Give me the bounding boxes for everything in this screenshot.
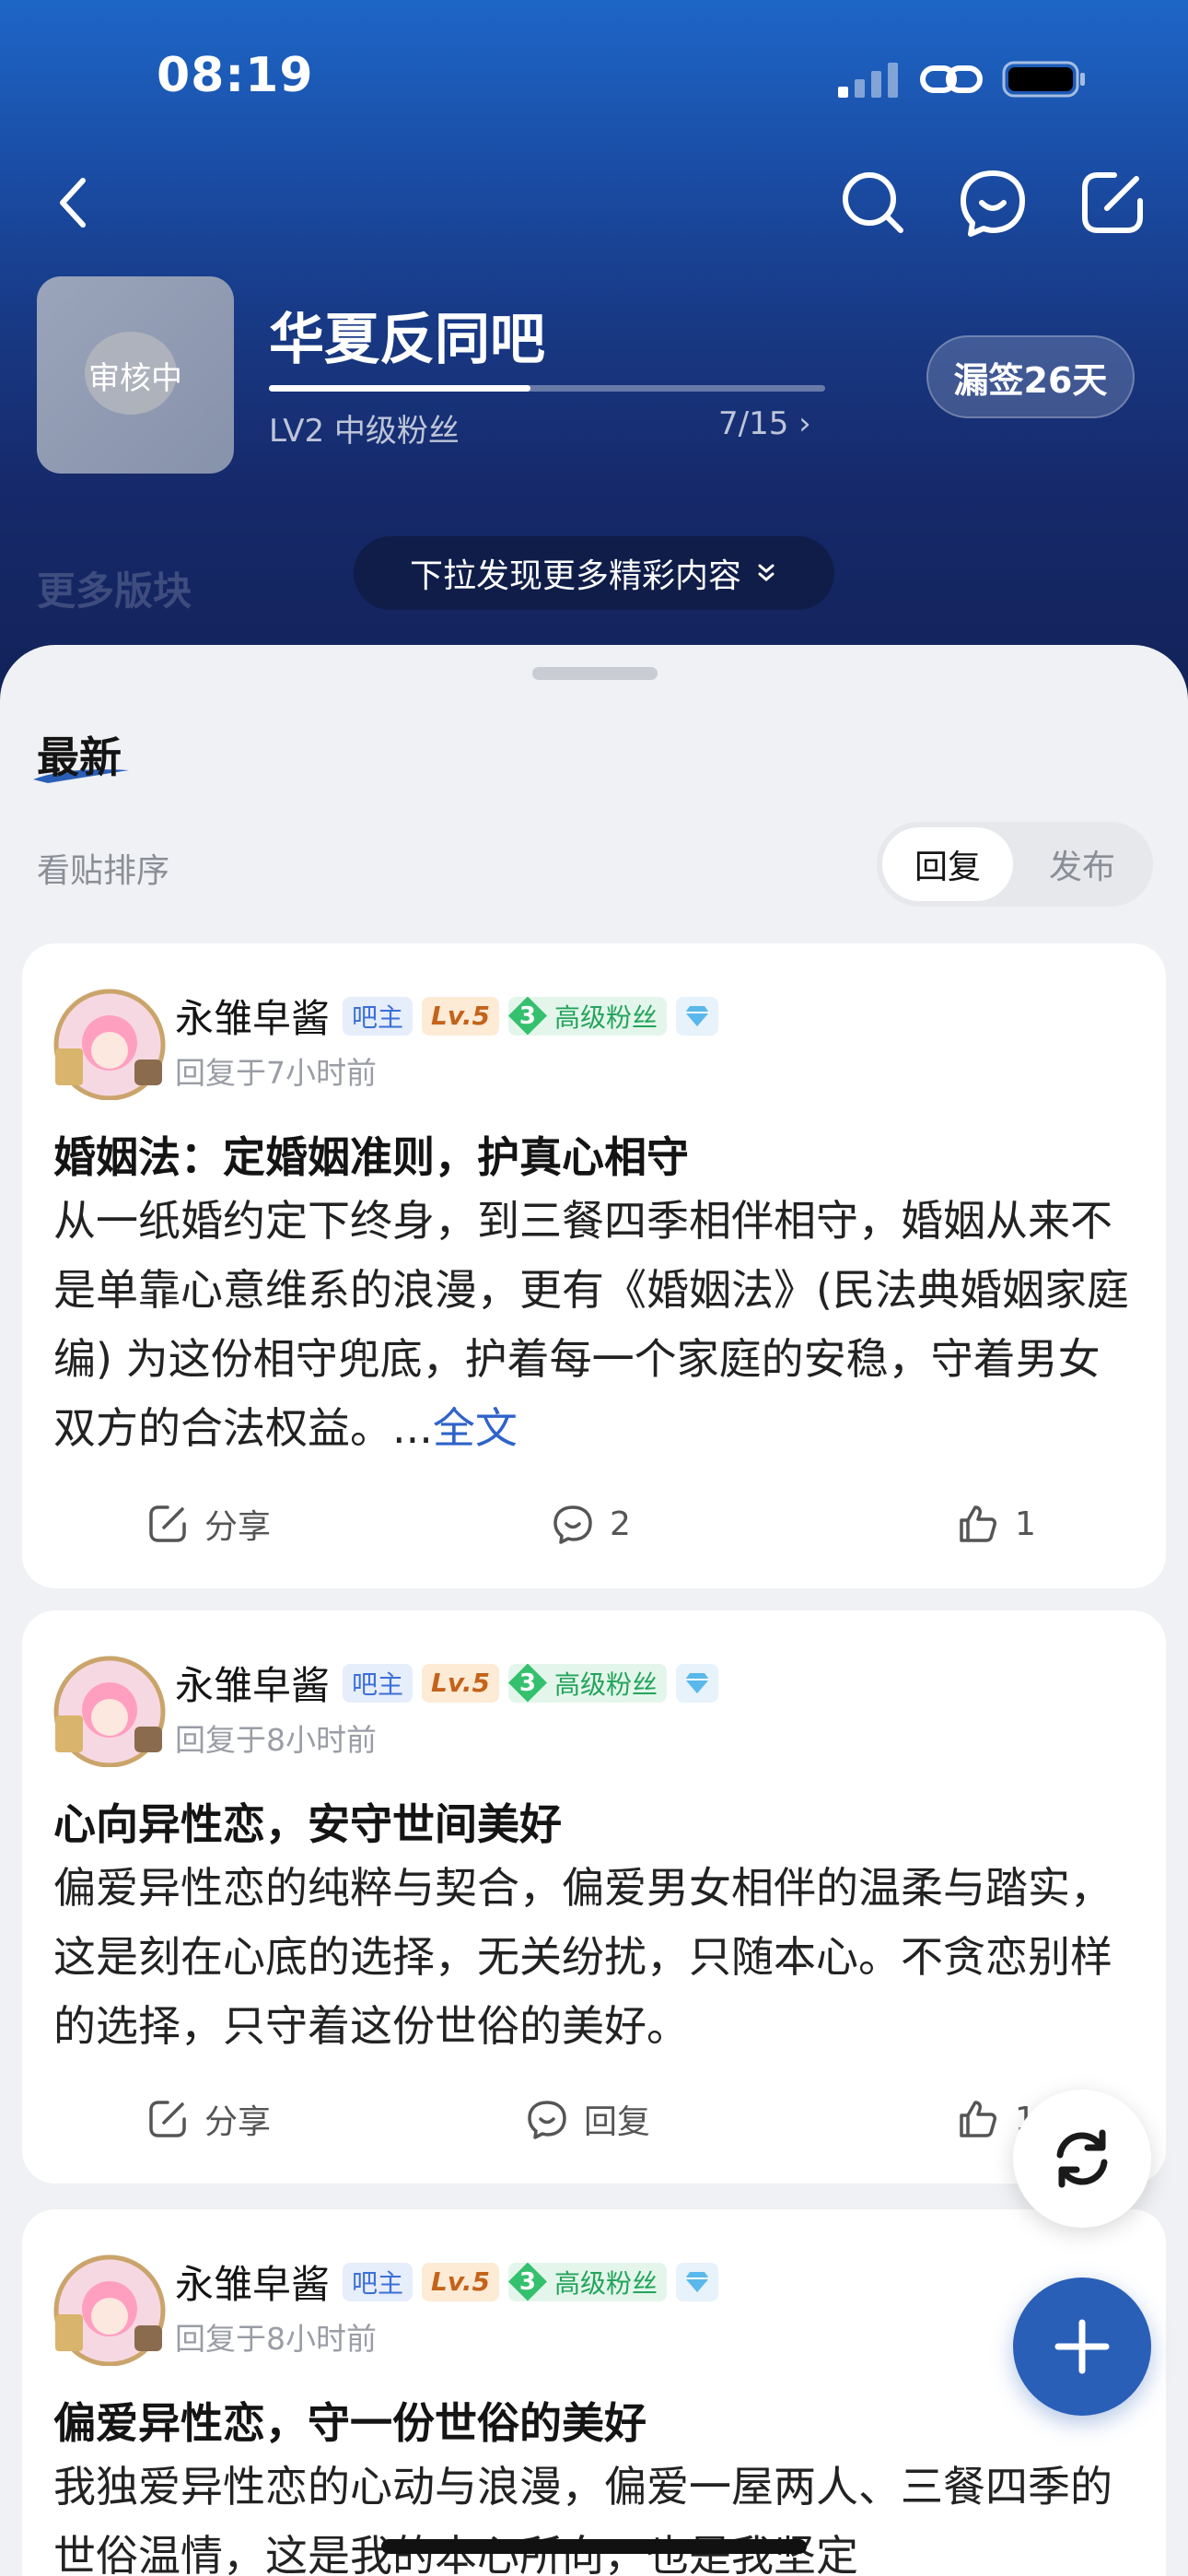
back-icon[interactable]: [37, 166, 111, 240]
reply-label: 回复: [584, 2103, 651, 2141]
like-count: 1: [1015, 1505, 1036, 1543]
share-icon: [149, 1505, 186, 1542]
post-title[interactable]: 心向异性恋，安守世间美好: [53, 1791, 562, 1852]
section-title: 最新: [37, 732, 122, 782]
post-time: 回复于7小时前: [175, 1055, 377, 1091]
fan-level-label: LV2 中级粉丝: [269, 413, 460, 450]
post-card[interactable]: 永雏皁酱 吧主 Lv.5 3 高级粉丝 回复于8小时前 心向异性恋，安守世间美好…: [22, 1610, 1166, 2184]
fan-level-badge: 3 高级粉丝: [507, 2262, 667, 2301]
share-label: 分享: [204, 1508, 272, 1546]
forum-name: 华夏反同吧: [269, 308, 545, 372]
author-row: 永雏皁酱 吧主 Lv.5 3 高级粉丝: [175, 1655, 718, 1711]
share-icon: [149, 2101, 186, 2137]
diamond-icon: [675, 1663, 718, 1703]
user-level-badge: Lv.5: [422, 2262, 499, 2301]
diamond-icon: [675, 996, 718, 1036]
fan-level-number: 3: [507, 996, 547, 1036]
status-time: 08:19: [157, 48, 314, 103]
comment-button[interactable]: 回复: [525, 2082, 650, 2156]
pull-hint-text: 下拉发现更多精彩内容: [409, 557, 741, 595]
signal-icon: [838, 63, 898, 98]
message-icon[interactable]: [956, 166, 1030, 240]
post-actions: 分享 2 1: [22, 1487, 1166, 1561]
level-progress-bar: [269, 385, 825, 392]
post-title[interactable]: 婚姻法：定婚姻准则，护真心相守: [53, 1124, 689, 1185]
link-icon: [920, 65, 983, 93]
sort-toggle: 回复 发布: [877, 822, 1153, 907]
fan-level-badge: 3 高级粉丝: [507, 1663, 667, 1703]
avatar-review-status: 审核中: [88, 359, 182, 397]
chevron-right-icon: ›: [798, 405, 811, 442]
sort-label: 看贴排序: [37, 852, 170, 890]
like-button[interactable]: 1: [956, 1487, 1036, 1561]
like-icon: [960, 2101, 996, 2137]
comment-count: 2: [610, 1505, 631, 1543]
author-name[interactable]: 永雏皁酱: [175, 2254, 330, 2310]
pull-down-hint[interactable]: 下拉发现更多精彩内容: [354, 536, 834, 610]
level-progress-fill: [269, 385, 530, 392]
forum-owner-badge: 吧主: [343, 1663, 413, 1703]
comment-icon: [528, 2101, 566, 2139]
new-post-button[interactable]: [1013, 2277, 1151, 2416]
share-button[interactable]: 分享: [146, 2082, 271, 2156]
share-label: 分享: [204, 2103, 272, 2141]
level-progress-link[interactable]: 7/15 ›: [718, 405, 811, 442]
share-button[interactable]: 分享: [146, 1487, 271, 1561]
post-body[interactable]: 偏爱异性恋的纯粹与契合，偏爱男女相伴的温柔与踏实，这是刻在心底的选择，无关纷扰，…: [53, 1854, 1140, 2061]
sort-by-publish[interactable]: 发布: [1017, 827, 1147, 901]
plus-icon: [1054, 2319, 1110, 2374]
user-avatar[interactable]: [50, 980, 169, 1100]
edit-icon[interactable]: [1076, 166, 1149, 240]
sort-by-reply[interactable]: 回复: [882, 827, 1013, 901]
forum-avatar[interactable]: 审核中: [37, 276, 234, 474]
author-name[interactable]: 永雏皁酱: [175, 1655, 330, 1711]
post-actions: 分享 回复 1: [22, 2082, 1166, 2156]
forum-owner-badge: 吧主: [343, 2262, 413, 2301]
battery-icon: [1002, 61, 1085, 98]
post-title[interactable]: 偏爱异性恋，守一份世俗的美好: [53, 2390, 646, 2451]
fan-level-number: 3: [507, 2262, 547, 2301]
forum-owner-badge: 吧主: [343, 996, 413, 1036]
more-sections-label[interactable]: 更多版块: [37, 560, 192, 616]
user-avatar[interactable]: [50, 1647, 169, 1767]
nav-bar: [0, 166, 1188, 258]
user-level-badge: Lv.5: [422, 996, 499, 1036]
read-more-link[interactable]: 全文: [433, 1403, 518, 1453]
sheet-grabber[interactable]: [532, 667, 658, 680]
author-row: 永雏皁酱 吧主 Lv.5 3 高级粉丝: [175, 2254, 718, 2310]
fan-level-badge: 3 高级粉丝: [507, 996, 667, 1036]
comment-icon: [553, 1505, 592, 1544]
refresh-button[interactable]: [1013, 2090, 1151, 2228]
level-progress-text: 7/15: [718, 405, 789, 442]
fan-level-title: 高级粉丝: [553, 1001, 658, 1033]
comment-button[interactable]: 2: [551, 1487, 631, 1561]
author-name[interactable]: 永雏皁酱: [175, 988, 330, 1044]
double-chevron-down-icon: [758, 564, 775, 581]
fan-level-number: 3: [507, 1663, 547, 1703]
fan-level-title: 高级粉丝: [553, 2267, 658, 2299]
signin-button[interactable]: 漏签26天: [926, 335, 1135, 418]
fan-level-title: 高级粉丝: [553, 1669, 658, 1700]
user-level-badge: Lv.5: [422, 1663, 499, 1703]
home-indicator[interactable]: [381, 2539, 807, 2554]
post-body-text: 从一纸婚约定下终身，到三餐四季相伴相守，婚姻从来不是单靠心意维系的浪漫，更有《婚…: [53, 1196, 1129, 1453]
post-time: 回复于8小时前: [175, 1722, 377, 1758]
refresh-icon: [1056, 2129, 1108, 2188]
author-row: 永雏皁酱 吧主 Lv.5 3 高级粉丝: [175, 988, 718, 1044]
post-body[interactable]: 我独爱异性恋的心动与浪漫，偏爱一屋两人、三餐四季的世俗温情，这是我的本心所向，也…: [53, 2453, 1140, 2576]
post-time: 回复于8小时前: [175, 2321, 377, 2357]
post-body[interactable]: 从一纸婚约定下终身，到三餐四季相伴相守，婚姻从来不是单靠心意维系的浪漫，更有《婚…: [53, 1187, 1140, 1463]
status-bar: 08:19: [0, 0, 1188, 157]
post-card[interactable]: 永雏皁酱 吧主 Lv.5 3 高级粉丝 回复于8小时前 偏爱异性恋，守一份世俗的…: [22, 2209, 1166, 2576]
like-icon: [960, 1505, 996, 1542]
post-card[interactable]: 永雏皁酱 吧主 Lv.5 3 高级粉丝 回复于7小时前 婚姻法：定婚姻准则，护真…: [22, 943, 1166, 1588]
diamond-icon: [675, 2262, 718, 2301]
search-icon[interactable]: [836, 166, 910, 240]
user-avatar[interactable]: [50, 2246, 169, 2366]
